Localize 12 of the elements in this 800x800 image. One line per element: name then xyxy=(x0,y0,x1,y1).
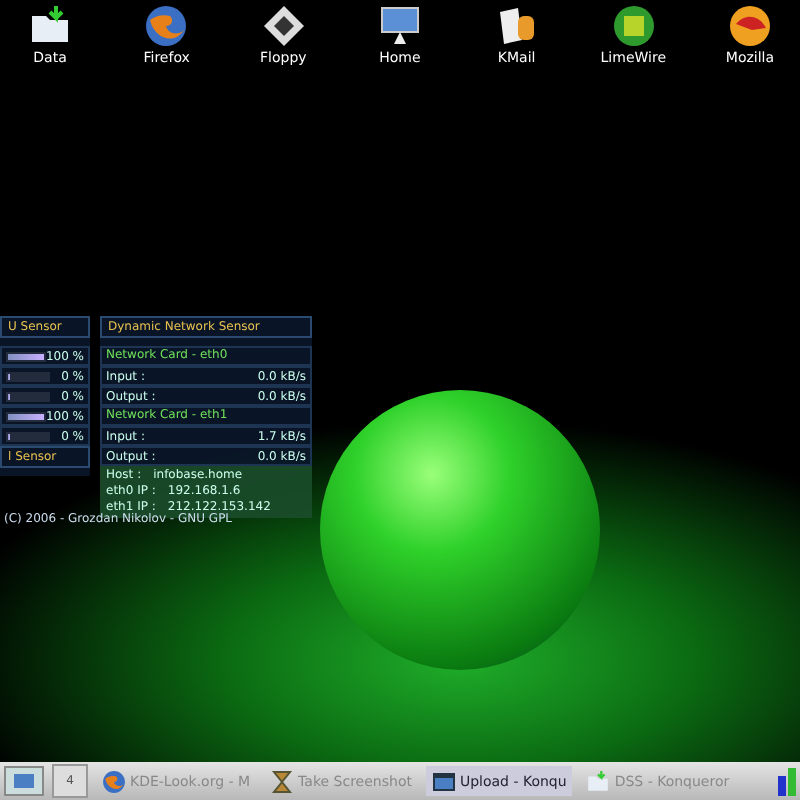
monitor-icon xyxy=(377,4,422,48)
grid-circle-icon xyxy=(611,4,656,48)
hourglass-icon xyxy=(270,769,295,793)
folder-icon xyxy=(28,4,72,48)
window-icon xyxy=(431,769,456,793)
screen-icon xyxy=(12,772,36,790)
mail-icon xyxy=(494,4,539,48)
globe-fox-icon xyxy=(102,769,126,793)
globe-fox-icon xyxy=(144,4,189,48)
start-menu-button[interactable] xyxy=(4,766,44,796)
folder-icon xyxy=(586,769,611,793)
tray-bars-icon[interactable] xyxy=(778,767,796,795)
